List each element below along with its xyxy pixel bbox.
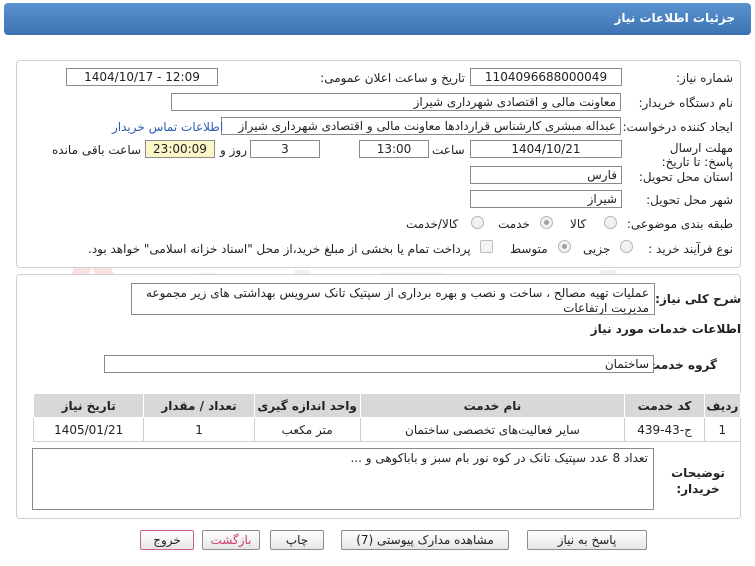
category-goods-service-radio[interactable] bbox=[471, 216, 484, 229]
col-unit: واحد اندازه گیری bbox=[253, 393, 361, 418]
deadline-date-field: 1404/10/21 bbox=[470, 140, 622, 158]
city-label: شهر محل تحویل: bbox=[646, 193, 733, 207]
remaining-label: ساعت باقی مانده bbox=[52, 143, 142, 157]
services-table-header: ردیف کد خدمت نام خدمت واحد اندازه گیری ت… bbox=[32, 393, 742, 418]
cell-service-code: ج-43-439 bbox=[624, 417, 705, 442]
buyer-notes-label: توضیحات خریدار: bbox=[671, 466, 725, 496]
summary-label: شرح کلی نیاز: bbox=[655, 292, 741, 306]
process-minor-label: جزیی bbox=[583, 242, 611, 256]
deadline-time-field: 13:00 bbox=[359, 140, 429, 158]
process-label: نوع فرآیند خرید : bbox=[648, 242, 733, 256]
col-row-number: ردیف bbox=[703, 393, 742, 418]
buyer-org-field: معاونت مالی و اقتصادی شهرداری شیراز bbox=[171, 93, 621, 111]
announce-date-label: تاریخ و ساعت اعلان عمومی: bbox=[320, 71, 465, 85]
need-number-field: 1104096688000049 bbox=[470, 68, 622, 86]
cell-quantity: 1 bbox=[143, 417, 255, 442]
category-service-radio[interactable] bbox=[540, 216, 553, 229]
col-service-code: کد خدمت bbox=[624, 393, 705, 418]
need-info-panel bbox=[16, 60, 741, 268]
services-section-title: اطلاعات خدمات مورد نیاز bbox=[590, 322, 741, 336]
buyer-notes-textarea[interactable]: تعداد 8 عدد سپتیک تانک در کوه نور بام سب… bbox=[32, 448, 654, 510]
view-attachments-button[interactable]: مشاهده مدارک پیوستی (7) bbox=[341, 530, 509, 550]
print-button[interactable]: چاپ bbox=[270, 530, 324, 550]
process-minor-radio[interactable] bbox=[620, 240, 633, 253]
page-header: جزئیات اطلاعات نیاز bbox=[4, 3, 751, 35]
buyer-contact-link[interactable]: اطلاعات تماس خریدار bbox=[112, 120, 223, 134]
service-group-label: گروه خدمت: bbox=[643, 358, 717, 372]
services-table: ردیف کد خدمت نام خدمت واحد اندازه گیری ت… bbox=[32, 393, 742, 442]
reply-button[interactable]: پاسخ به نیاز bbox=[527, 530, 647, 550]
category-service-label: خدمت bbox=[498, 217, 530, 231]
deadline-time-label: ساعت bbox=[432, 143, 465, 157]
city-field: شیراز bbox=[470, 190, 622, 208]
buyer-org-label: نام دستگاه خریدار: bbox=[638, 96, 734, 110]
cell-need-date: 1405/01/21 bbox=[32, 417, 145, 442]
service-group-field: ساختمان bbox=[104, 355, 654, 373]
days-field: 3 bbox=[250, 140, 320, 158]
days-label: روز و bbox=[220, 143, 247, 157]
back-button[interactable]: بازگشت bbox=[202, 530, 260, 550]
category-goods-service-label: کالا/خدمت bbox=[406, 217, 459, 231]
cell-unit: متر مکعب bbox=[253, 417, 361, 442]
exit-button[interactable]: خروج bbox=[140, 530, 194, 550]
province-field: فارس bbox=[470, 166, 622, 184]
remaining-time-field: 23:00:09 bbox=[145, 140, 215, 158]
category-goods-radio[interactable] bbox=[604, 216, 617, 229]
treasury-payment-note: پرداخت تمام یا بخشی از مبلغ خرید،از محل … bbox=[88, 242, 471, 256]
treasury-payment-checkbox[interactable] bbox=[480, 240, 493, 253]
process-medium-label: متوسط bbox=[510, 242, 548, 256]
cell-row-number: 1 bbox=[703, 417, 742, 442]
category-label: طبقه بندی موضوعی: bbox=[626, 217, 733, 231]
requester-label: ایجاد کننده درخواست: bbox=[622, 120, 733, 134]
province-label: استان محل تحویل: bbox=[638, 170, 733, 184]
page-title: جزئیات اطلاعات نیاز bbox=[614, 11, 735, 25]
need-number-label: شماره نیاز: bbox=[676, 71, 733, 85]
deadline-label: مهلت ارسال پاسخ: تا تاریخ: bbox=[661, 141, 733, 169]
process-medium-radio[interactable] bbox=[558, 240, 571, 253]
col-quantity: تعداد / مقدار bbox=[143, 393, 255, 418]
cell-service-name: سایر فعالیت‌های تخصصی ساختمان bbox=[359, 417, 626, 442]
category-goods-label: کالا bbox=[570, 217, 587, 231]
announce-date-field: 1404/10/17 - 12:09 bbox=[66, 68, 218, 86]
col-service-name: نام خدمت bbox=[359, 393, 626, 418]
requester-field: عبداله مبشری کارشناس قراردادها معاونت ما… bbox=[221, 117, 621, 135]
table-row: 1 ج-43-439 سایر فعالیت‌های تخصصی ساختمان… bbox=[32, 417, 742, 442]
summary-textarea[interactable]: عملیات تهیه مصالح ، ساخت و نصب و بهره بر… bbox=[131, 283, 655, 315]
col-need-date: تاریخ نیاز bbox=[32, 393, 145, 418]
